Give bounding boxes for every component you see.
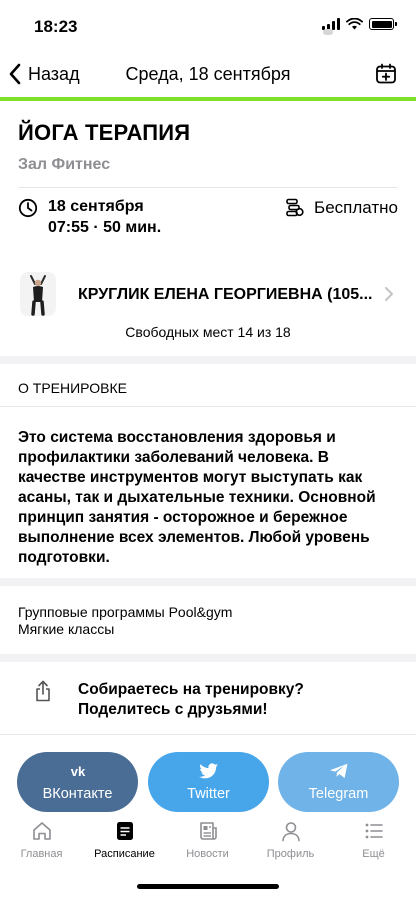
about-header: О ТРЕНИРОВКЕ <box>18 380 127 396</box>
workout-time: 07:55 · 50 мин. <box>48 219 162 236</box>
add-to-calendar-icon[interactable] <box>374 62 398 86</box>
tag-item: Мягкие классы <box>18 621 115 637</box>
status-icons <box>322 18 397 30</box>
vk-icon: vk <box>70 764 85 779</box>
accent-divider <box>0 97 416 101</box>
tab-home[interactable]: Главная <box>0 820 83 860</box>
price-block: Бесплатно <box>286 198 398 218</box>
camera-indicator <box>323 29 333 35</box>
trainer-avatar <box>20 272 56 316</box>
share-prompt: Собираетесь на тренировку? Поделитесь с … <box>0 672 416 722</box>
profile-icon <box>281 822 300 842</box>
battery-icon <box>369 18 397 30</box>
telegram-label: Telegram <box>308 786 369 802</box>
divider <box>0 734 416 735</box>
tab-bar: Главная Расписание Новости Профиль Ещё <box>0 814 416 866</box>
news-icon <box>199 822 217 840</box>
share-line-1: Собираетесь на тренировку? <box>78 681 304 698</box>
tab-more[interactable]: Ещё <box>332 820 415 860</box>
section-separator <box>0 578 416 586</box>
clock-icon <box>18 198 38 218</box>
trainer-name: КРУГЛИК ЕЛЕНА ГЕОРГИЕВНА (105... <box>78 286 373 303</box>
twitter-label: Twitter <box>187 786 230 802</box>
price-label: Бесплатно <box>314 198 398 217</box>
section-separator <box>0 356 416 364</box>
nav-bar: Назад Среда, 18 сентября <box>0 52 416 96</box>
coins-icon <box>286 198 304 217</box>
telegram-share-button[interactable]: Telegram <box>278 752 399 812</box>
divider <box>18 187 398 188</box>
workout-title: ЙОГА ТЕРАПИЯ <box>18 120 191 145</box>
chevron-right-icon <box>385 287 393 301</box>
vk-share-button[interactable]: vk ВКонтакте <box>17 752 138 812</box>
wifi-icon <box>346 18 363 30</box>
divider <box>0 406 416 407</box>
share-icon[interactable] <box>34 680 52 702</box>
tab-profile[interactable]: Профиль <box>249 820 332 860</box>
tag-item: Групповые программы Pool&gym <box>18 604 233 620</box>
status-bar: 18:23 <box>0 0 416 50</box>
page-title: Среда, 18 сентября <box>125 64 291 84</box>
share-text: Собираетесь на тренировку? Поделитесь с … <box>78 680 304 720</box>
tab-label: Расписание <box>94 848 155 860</box>
status-time: 18:23 <box>34 17 78 36</box>
telegram-plane-icon <box>329 763 347 778</box>
schedule-icon <box>116 822 133 840</box>
program-tags: Групповые программы Pool&gym Мягкие клас… <box>18 604 232 638</box>
more-icon <box>365 823 383 839</box>
section-separator <box>0 654 416 662</box>
social-share-buttons: vk ВКонтакте Twitter Telegram <box>17 752 399 812</box>
tab-label: Новости <box>186 848 229 860</box>
tab-label: Профиль <box>266 848 315 860</box>
share-line-2: Поделитесь с друзьями! <box>78 701 268 718</box>
home-indicator <box>137 884 279 889</box>
tab-news[interactable]: Новости <box>166 820 249 860</box>
twitter-bird-icon <box>198 763 218 779</box>
free-places: Свободных мест 14 из 18 <box>125 324 291 340</box>
tab-schedule[interactable]: Расписание <box>83 820 166 860</box>
home-icon <box>32 822 51 840</box>
svg-text:vk: vk <box>70 764 85 779</box>
tab-label: Ещё <box>362 848 385 860</box>
workout-description: Это система восстановления здоровья и пр… <box>18 429 376 566</box>
vk-label: ВКонтакте <box>42 786 113 802</box>
tab-label: Главная <box>20 848 63 860</box>
hall-name: Зал Фитнес <box>18 156 111 173</box>
twitter-share-button[interactable]: Twitter <box>148 752 269 812</box>
workout-date: 18 сентября <box>48 198 144 215</box>
trainer-row[interactable]: КРУГЛИК ЕЛЕНА ГЕОРГИЕВНА (105... <box>0 268 416 320</box>
